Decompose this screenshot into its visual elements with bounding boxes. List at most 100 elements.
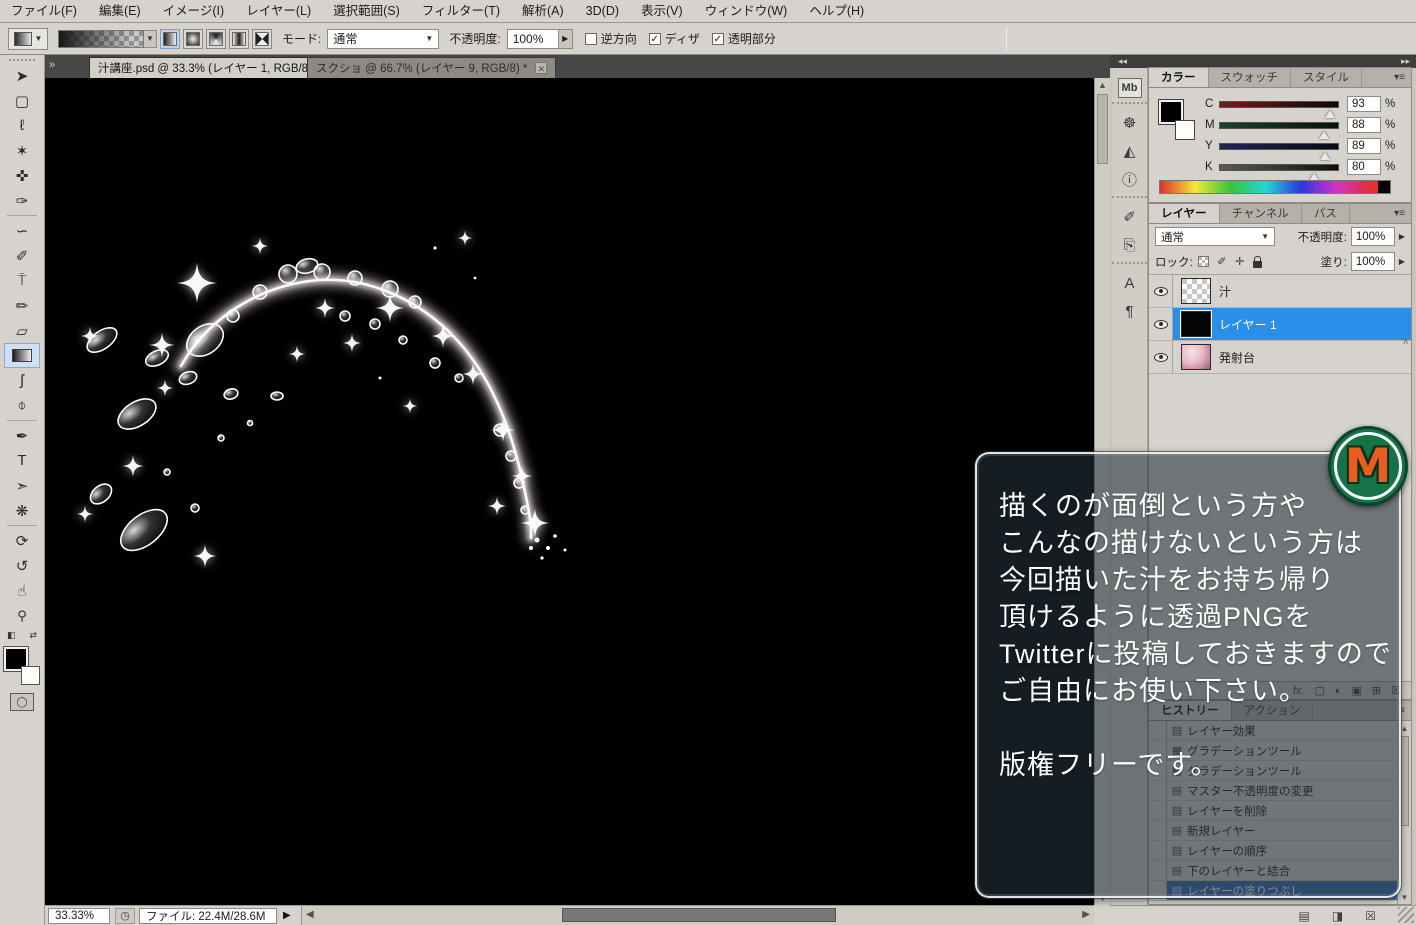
scroll-left-icon[interactable]: ◀ [306,909,314,920]
custom-shape-tool[interactable]: ❋ [4,498,40,523]
menu-window[interactable]: ウィンドウ(W) [694,0,799,23]
tab-overflow-icon[interactable]: » [49,59,55,71]
layer-thumbnail[interactable] [1181,344,1211,370]
layer-row[interactable]: 発射台 [1149,341,1411,374]
scroll-up-icon[interactable]: ▲ [1095,80,1110,90]
menu-image[interactable]: イメージ(I) [152,0,236,23]
swap-colors-control[interactable]: ◧⇄ [7,630,37,641]
scroll-down-icon[interactable]: ▼ [1398,893,1411,902]
lock-all-icon[interactable] [1251,255,1265,269]
path-selection-tool[interactable]: ➣ [4,473,40,498]
opacity-slider-arrow[interactable]: ▶ [559,29,573,49]
angle-gradient-button[interactable] [206,29,226,49]
tool-preset-picker[interactable]: ▼ [8,28,48,50]
paragraph-panel-icon[interactable]: ¶ [1115,298,1145,324]
blur-tool[interactable]: ʃ [4,368,40,393]
magenta-value-input[interactable]: 88 [1347,117,1381,133]
visibility-toggle[interactable] [1149,341,1173,373]
linear-gradient-button[interactable] [160,29,180,49]
visibility-toggle[interactable] [1149,308,1173,340]
yellow-slider[interactable] [1219,143,1339,150]
cyan-slider[interactable] [1219,101,1339,108]
toolbox-grip[interactable] [9,59,35,61]
quick-mask-button[interactable]: ◯ [10,693,34,711]
fill-input[interactable]: 100% [1351,252,1395,271]
color-spectrum-ramp[interactable] [1159,180,1391,194]
layer-row[interactable]: 汁 [1149,275,1411,308]
healing-brush-tool[interactable]: ∽ [4,218,40,243]
collapse-panels-icon[interactable]: ◂◂ [1118,56,1127,67]
menu-select[interactable]: 選択範囲(S) [322,0,411,23]
clone-stamp-tool[interactable]: ⍑ [4,268,40,293]
fill-slider-arrow[interactable]: ▶ [1399,257,1405,266]
history-brush-tool[interactable]: ✏ [4,293,40,318]
menu-filter[interactable]: フィルター(T) [411,0,511,23]
scrollbar-thumb[interactable] [1097,94,1108,164]
document-tab-inactive[interactable]: スクショ @ 66.7% (レイヤー 9, RGB/8) * ✕ [307,57,556,78]
timing-icon[interactable]: ◷ [115,908,135,924]
zoom-tool[interactable]: ⚲ [4,603,40,628]
gradient-tool[interactable] [4,343,40,368]
canvas[interactable] [45,78,1094,905]
layer-thumbnail[interactable] [1181,311,1211,337]
transparency-checkbox[interactable]: ✓ 透明部分 [712,30,776,47]
rectangular-marquee-tool[interactable]: ▢ [4,88,40,113]
layer-opacity-input[interactable]: 100% [1351,227,1395,246]
quick-selection-tool[interactable]: ✶ [4,138,40,163]
layer-blend-mode-select[interactable]: 通常 ▼ [1155,227,1275,246]
menu-help[interactable]: ヘルプ(H) [798,0,875,23]
close-icon[interactable]: ✕ [535,62,547,74]
scrollbar-thumb[interactable] [1400,736,1409,826]
character-panel-icon[interactable]: A [1115,270,1145,296]
pen-tool[interactable]: ✒ [4,423,40,448]
gradient-preview[interactable] [58,30,144,48]
brush-tool[interactable]: ✐ [4,243,40,268]
3d-orbit-tool[interactable]: ↺ [4,553,40,578]
tab-layers[interactable]: レイヤー [1149,204,1220,223]
clone-source-icon[interactable]: ⎘ [1115,232,1145,258]
menu-analysis[interactable]: 解析(A) [511,0,575,23]
eyedropper-tool[interactable]: ✑ [4,188,40,213]
opacity-slider-arrow[interactable]: ▶ [1399,232,1405,241]
new-snapshot-icon[interactable]: ◨ [1332,909,1343,923]
lock-pixels-icon[interactable]: ✐ [1215,255,1229,269]
menu-view[interactable]: 表示(V) [630,0,694,23]
black-slider[interactable] [1219,164,1339,171]
opacity-input[interactable]: 100% [507,29,559,49]
layer-name[interactable]: レイヤー 1 [1219,316,1277,333]
tab-styles[interactable]: スタイル [1291,68,1362,87]
lock-transparency-icon[interactable] [1197,255,1211,269]
dither-checkbox[interactable]: ✓ ディザ [649,30,700,47]
background-color-swatch[interactable] [1175,120,1195,140]
new-document-from-state-icon[interactable]: ▤ [1299,909,1310,923]
menu-file[interactable]: ファイル(F) [0,0,88,23]
tab-paths[interactable]: パス [1302,204,1350,223]
eraser-tool[interactable]: ▱ [4,318,40,343]
histogram-icon[interactable]: ◭ [1115,138,1145,164]
lasso-tool[interactable]: ℓ [4,113,40,138]
delete-state-icon[interactable]: ☒ [1365,909,1376,923]
navigator-icon[interactable]: ☸ [1115,110,1145,136]
layer-name[interactable]: 発射台 [1219,349,1255,366]
reverse-checkbox[interactable]: 逆方向 [585,30,637,47]
panel-menu-icon[interactable]: ▾≡ [1388,204,1411,223]
menu-layer[interactable]: レイヤー(L) [235,0,322,23]
move-tool[interactable]: ➤ [4,63,40,88]
reflected-gradient-button[interactable] [229,29,249,49]
layer-thumbnail[interactable] [1181,278,1211,304]
black-value-input[interactable]: 80 [1347,159,1381,175]
tab-color[interactable]: カラー [1149,68,1209,87]
radial-gradient-button[interactable] [183,29,203,49]
gradient-picker-arrow[interactable]: ▼ [144,30,157,48]
hand-tool[interactable]: ☝ [4,578,40,603]
scroll-right-icon[interactable]: ▶ [1082,909,1090,920]
3d-rotate-tool[interactable]: ⟳ [4,528,40,553]
status-flyout-icon[interactable]: ▶ [283,910,291,921]
background-color-swatch[interactable] [21,666,40,685]
expand-panels-icon[interactable]: ▸▸ [1401,56,1410,67]
visibility-toggle[interactable] [1149,275,1173,307]
brush-presets-icon[interactable]: ✐ [1115,204,1145,230]
cyan-value-input[interactable]: 93 [1347,96,1381,112]
menu-edit[interactable]: 編集(E) [88,0,152,23]
scroll-up-icon[interactable]: ∧ [1402,336,1409,347]
